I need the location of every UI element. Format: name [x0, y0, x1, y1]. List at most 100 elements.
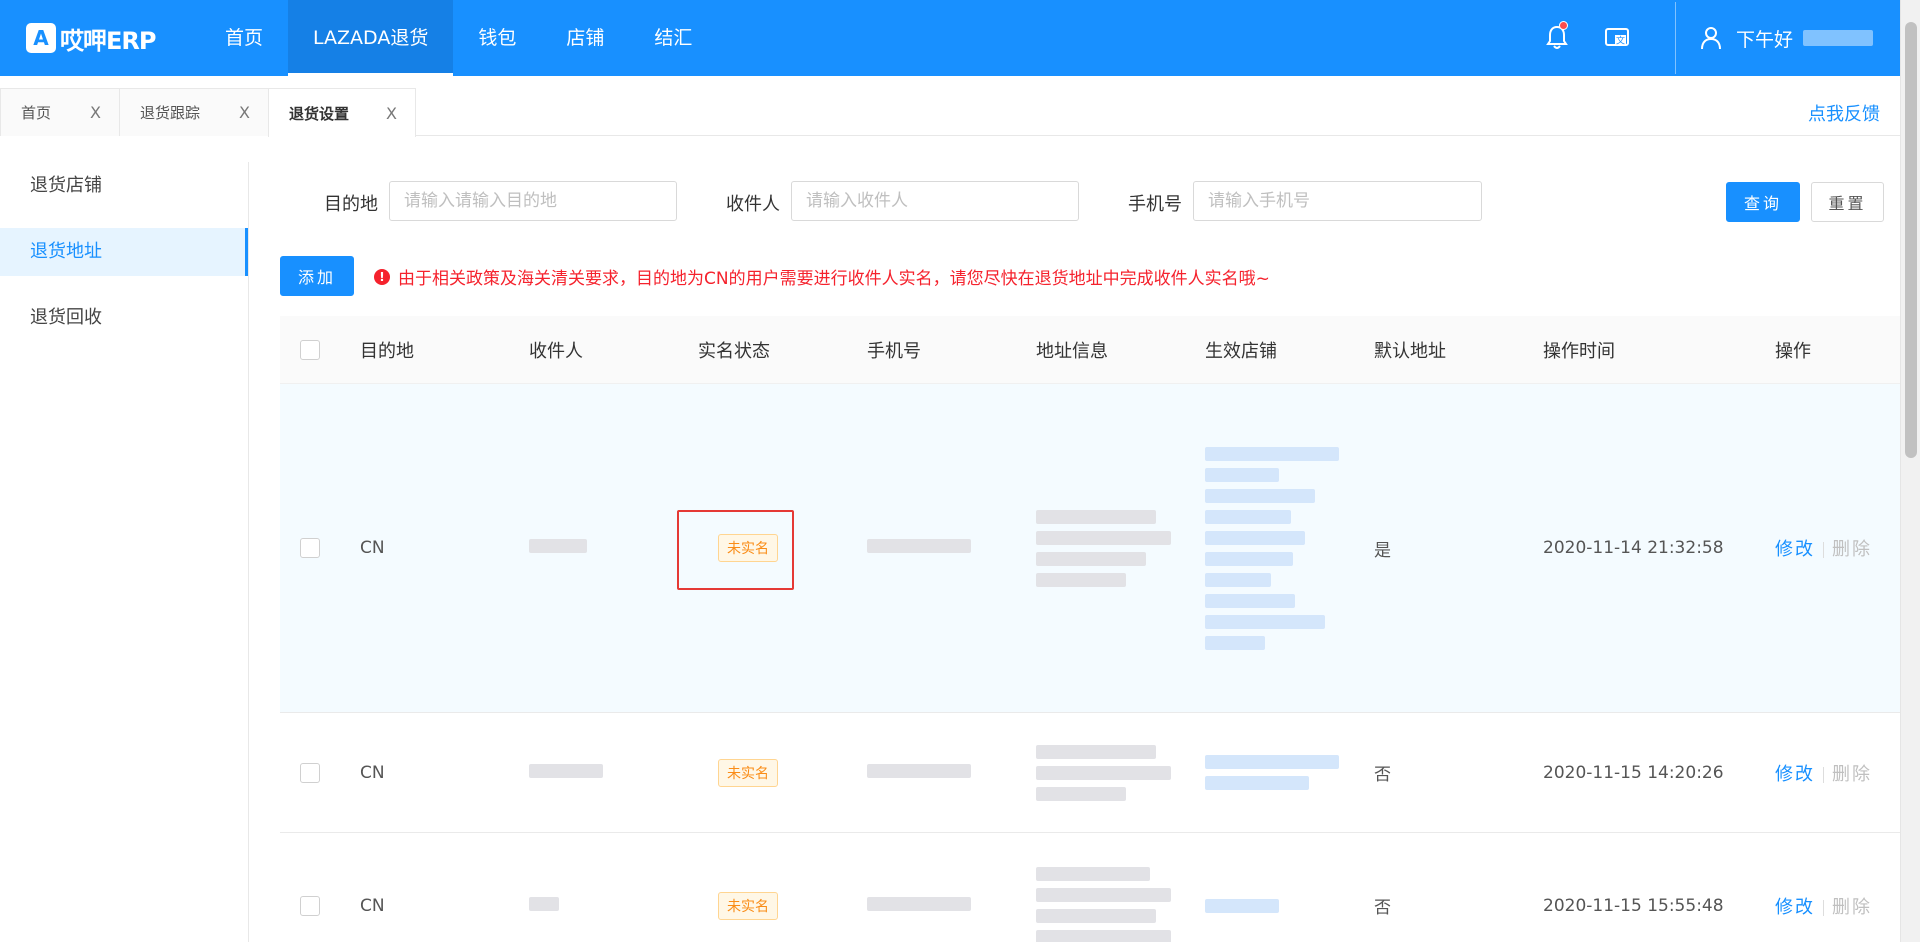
col-realname-status: 实名状态 — [698, 340, 770, 362]
receiver-redacted — [529, 763, 603, 778]
edit-link[interactable]: 修改 — [1775, 764, 1815, 785]
phone-redacted — [867, 539, 971, 553]
notification-button[interactable] — [1527, 0, 1587, 76]
feedback-link[interactable]: 点我反馈 — [1808, 100, 1880, 126]
exclamation-circle-icon: ! — [374, 268, 390, 285]
row-default-address: 是 — [1374, 540, 1391, 561]
translate-icon: 文 — [1605, 28, 1629, 47]
page-tabs: 首页 X 退货跟踪 X 退货设置 X — [0, 88, 1900, 137]
sidebar-item-return-recycle[interactable]: 退货回收 — [0, 294, 248, 342]
user-greeting: 下午好 — [1736, 28, 1794, 51]
select-all-checkbox[interactable] — [300, 339, 320, 360]
row-checkbox[interactable] — [300, 538, 320, 558]
col-address: 地址信息 — [1036, 340, 1108, 362]
app-logo[interactable]: A 哎呷ERP — [26, 21, 176, 56]
reset-button[interactable]: 重置 — [1811, 182, 1884, 222]
nav-item-lazada-returns[interactable]: LAZADA退货 — [288, 0, 454, 76]
top-divider — [1675, 2, 1676, 74]
col-operation-time: 操作时间 — [1543, 340, 1615, 362]
stores-redacted — [1205, 446, 1374, 650]
destination-input[interactable] — [389, 181, 677, 221]
nav-item-store[interactable]: 店铺 — [541, 0, 629, 76]
svg-text:文: 文 — [1616, 35, 1625, 47]
address-redacted — [1036, 744, 1205, 801]
row-checkbox[interactable] — [300, 762, 320, 783]
side-menu: 退货店铺 退货地址 退货回收 — [0, 162, 249, 942]
status-badge: 未实名 — [718, 758, 778, 787]
row-operation-time: 2020-11-15 15:55:48 — [1543, 895, 1724, 916]
realname-notice: ! 由于相关政策及海关清关要求，目的地为CN的用户需要进行收件人实名，请您尽快在… — [374, 264, 1270, 289]
row-default-address: 否 — [1374, 898, 1391, 918]
stores-redacted — [1205, 755, 1374, 790]
highlight-box — [677, 510, 794, 590]
col-receiver: 收件人 — [529, 340, 583, 362]
tab-home[interactable]: 首页 X — [0, 88, 120, 136]
receiver-redacted — [529, 896, 559, 911]
stores-redacted — [1205, 898, 1374, 913]
delete-link[interactable]: 删除 — [1832, 764, 1872, 785]
scrollbar-thumb[interactable] — [1905, 22, 1917, 458]
return-address-table: 目的地 收件人 实名状态 手机号 地址信息 生效店铺 默认地址 操作时间 操作 … — [280, 316, 1900, 942]
destination-label: 目的地 — [324, 194, 378, 215]
user-menu[interactable]: 下午好 — [1700, 25, 1900, 52]
row-destination: CN — [360, 538, 385, 558]
vertical-scrollbar[interactable] — [1900, 0, 1920, 942]
row-operation-time: 2020-11-15 14:20:26 — [1543, 762, 1724, 783]
tab-return-settings[interactable]: 退货设置 X — [268, 88, 416, 137]
logo-text: 哎呷ERP — [60, 26, 156, 55]
nav-item-settlement[interactable]: 结汇 — [629, 0, 717, 76]
delete-link[interactable]: 删除 — [1832, 539, 1872, 560]
table-row[interactable]: CN 未实名 否 2020-11-15 15:55:48 修改 删除 — [280, 833, 1900, 942]
table-row[interactable]: CN 未实名 否 2020-11-15 14:20:26 修改 删除 — [280, 713, 1900, 833]
phone-redacted — [867, 896, 971, 911]
close-icon[interactable]: X — [90, 103, 101, 122]
action-separator — [1823, 542, 1824, 558]
tab-label: 退货设置 — [289, 104, 350, 123]
sidebar-item-return-stores[interactable]: 退货店铺 — [0, 162, 248, 210]
search-button[interactable]: 查询 — [1726, 182, 1800, 222]
main-nav: 首页 LAZADA退货 钱包 店铺 结汇 — [200, 0, 717, 76]
add-address-button[interactable]: 添加 — [280, 256, 354, 296]
col-destination: 目的地 — [360, 340, 414, 362]
row-checkbox[interactable] — [300, 895, 320, 916]
edit-link[interactable]: 修改 — [1775, 539, 1815, 560]
row-operation-time: 2020-11-14 21:32:58 — [1543, 538, 1724, 558]
tab-label: 首页 — [21, 104, 52, 122]
top-right-area: 文 下午好 — [1527, 0, 1900, 76]
user-icon — [1701, 27, 1721, 50]
status-badge: 未实名 — [718, 891, 778, 920]
receiver-redacted — [529, 539, 587, 553]
row-destination: CN — [360, 762, 385, 783]
close-icon[interactable]: X — [386, 104, 397, 123]
col-phone: 手机号 — [867, 340, 921, 362]
top-navbar: A 哎呷ERP 首页 LAZADA退货 钱包 店铺 结汇 文 下午好 — [0, 0, 1900, 76]
action-separator — [1823, 899, 1824, 916]
table-row[interactable]: CN 未实名 是 2020-11-14 21:32:58 修改 删除 — [280, 384, 1900, 713]
notice-text: 由于相关政策及海关清关要求，目的地为CN的用户需要进行收件人实名，请您尽快在退货… — [398, 269, 1270, 289]
col-default-address: 默认地址 — [1374, 340, 1446, 362]
action-separator — [1823, 766, 1824, 783]
logo-icon: A — [26, 23, 56, 53]
receiver-label: 收件人 — [726, 194, 780, 215]
tab-return-tracking[interactable]: 退货跟踪 X — [119, 88, 269, 136]
col-actions: 操作 — [1775, 340, 1811, 362]
translate-button[interactable]: 文 — [1587, 0, 1647, 76]
phone-redacted — [867, 763, 971, 778]
phone-label: 手机号 — [1128, 194, 1182, 215]
user-name-redacted — [1803, 30, 1874, 46]
table-header: 目的地 收件人 实名状态 手机号 地址信息 生效店铺 默认地址 操作时间 操作 — [280, 316, 1900, 384]
close-icon[interactable]: X — [239, 103, 250, 122]
row-default-address: 否 — [1374, 765, 1391, 785]
notification-dot — [1559, 21, 1568, 30]
tab-label: 退货跟踪 — [140, 104, 201, 122]
row-destination: CN — [360, 895, 385, 916]
col-active-stores: 生效店铺 — [1205, 340, 1277, 362]
nav-item-wallet[interactable]: 钱包 — [453, 0, 541, 76]
receiver-input[interactable] — [791, 181, 1079, 221]
edit-link[interactable]: 修改 — [1775, 897, 1815, 918]
phone-input[interactable] — [1193, 181, 1482, 221]
nav-item-home[interactable]: 首页 — [200, 0, 288, 76]
delete-link[interactable]: 删除 — [1832, 897, 1872, 918]
sidebar-item-return-address[interactable]: 退货地址 — [0, 228, 248, 276]
address-redacted — [1036, 867, 1205, 942]
